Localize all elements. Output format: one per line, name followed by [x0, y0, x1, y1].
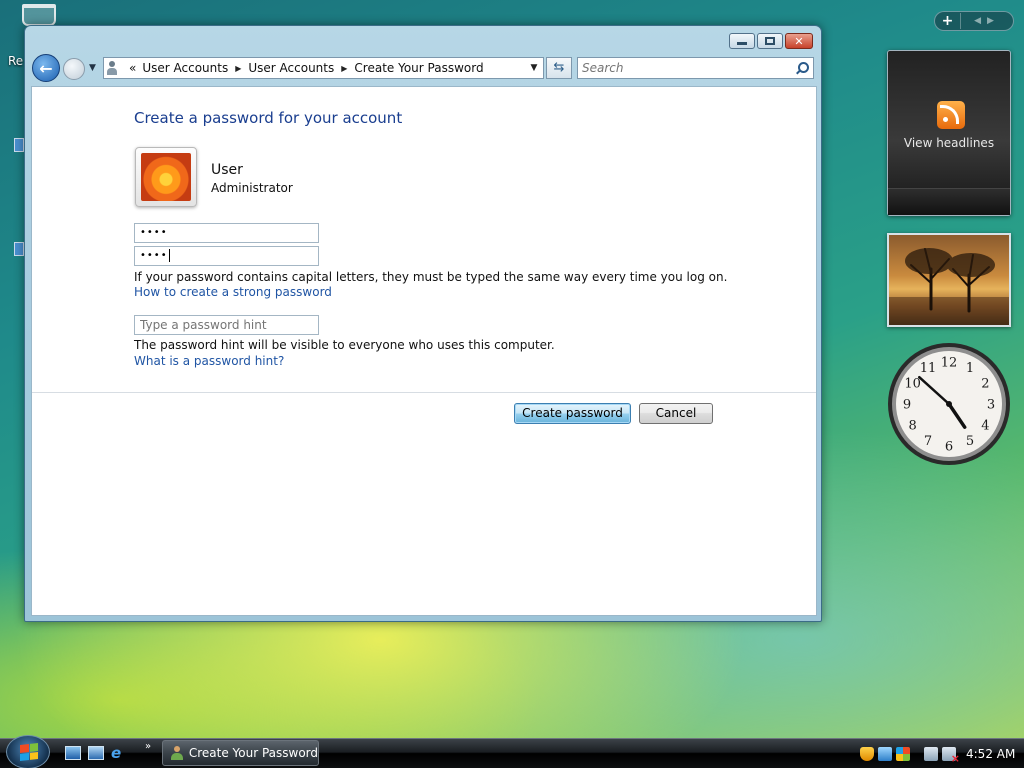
switch-windows-icon[interactable]: [88, 746, 104, 760]
content-pane: Create a password for your account User …: [31, 86, 817, 616]
volume-muted-icon[interactable]: [942, 746, 960, 765]
clock-number: 10: [904, 377, 921, 392]
clock-number: 6: [945, 440, 953, 455]
recycle-bin-icon[interactable]: [22, 4, 56, 26]
start-button[interactable]: [6, 735, 50, 768]
desktop-shortcut-icon[interactable]: [14, 138, 24, 152]
forward-button[interactable]: [63, 58, 85, 80]
minimize-icon: [737, 42, 747, 45]
recent-pages-dropdown[interactable]: ▼: [89, 63, 96, 73]
clock-number: 5: [966, 434, 974, 449]
desktop-icon-label: Re: [8, 54, 24, 68]
back-arrow-icon: ←: [39, 58, 53, 78]
analog-clock-icon: 12 12 3 45678 9 1011: [888, 343, 1010, 465]
clock-number: 7: [924, 434, 932, 449]
create-password-window: ✕ ← ▼ « User Accounts ▶ User Accounts ▶ …: [24, 25, 822, 622]
add-gadget-button[interactable]: +: [935, 13, 961, 29]
breadcrumb-overflow[interactable]: «: [127, 61, 138, 75]
clock-number: 3: [987, 398, 995, 413]
search-input[interactable]: [578, 61, 793, 75]
windows-logo-icon: [20, 743, 38, 761]
breadcrumb-separator-icon[interactable]: ▶: [338, 64, 350, 73]
desktop-shortcut-icon[interactable]: [14, 242, 24, 256]
new-password-value: ••••: [140, 227, 168, 238]
network-connections-icon[interactable]: [924, 746, 938, 761]
address-dropdown-icon[interactable]: ▼: [525, 63, 543, 73]
cancel-button[interactable]: Cancel: [639, 403, 713, 424]
security-shield-icon[interactable]: [860, 746, 874, 761]
maximize-button[interactable]: [757, 33, 783, 49]
flower-picture-icon: [141, 153, 191, 201]
tree-photo-icon: [889, 248, 1009, 325]
breadcrumb-create-password[interactable]: Create Your Password: [350, 61, 487, 75]
refresh-button[interactable]: ⇆: [546, 57, 572, 79]
clock-number: 4: [981, 419, 989, 434]
close-icon: ✕: [794, 34, 804, 48]
clock-number: 9: [903, 398, 911, 413]
password-hint-field[interactable]: [134, 315, 319, 335]
password-hint-link[interactable]: What is a password hint?: [134, 354, 284, 368]
feed-label: View headlines: [903, 136, 995, 150]
taskbar-button-create-password[interactable]: Create Your Password: [162, 740, 319, 766]
text-caret: [168, 248, 170, 262]
clock-gadget[interactable]: 12 1 2 3 4 5 6 7 8 9 10 11: [886, 341, 1012, 467]
sidebar-controls: + ◀▶: [934, 11, 1014, 31]
caps-note: If your password contains capital letter…: [134, 270, 728, 284]
strong-password-link[interactable]: How to create a strong password: [134, 285, 332, 299]
user-accounts-icon: [107, 60, 125, 76]
breadcrumb-user-accounts[interactable]: User Accounts: [138, 61, 232, 75]
internet-explorer-icon[interactable]: e: [111, 746, 127, 761]
close-button[interactable]: ✕: [785, 33, 813, 49]
windows-flag-icon[interactable]: [896, 746, 910, 761]
maximize-icon: [765, 37, 775, 45]
divider: [32, 392, 816, 393]
clock-number: 12: [941, 356, 958, 371]
confirm-password-value: ••••: [140, 250, 168, 261]
refresh-icon: ⇆: [553, 60, 565, 75]
hint-note: The password hint will be visible to eve…: [134, 338, 555, 352]
breadcrumb-user-accounts-2[interactable]: User Accounts: [244, 61, 338, 75]
rss-feed-icon: [937, 101, 965, 129]
clock-number: 1: [966, 361, 974, 376]
search-icon[interactable]: [793, 60, 813, 76]
system-tray: 4:52 AM: [852, 739, 1024, 768]
network-status-icon[interactable]: [878, 746, 892, 761]
new-password-field[interactable]: ••••: [134, 223, 319, 243]
slideshow-gadget[interactable]: [887, 233, 1011, 327]
breadcrumb-separator-icon[interactable]: ▶: [232, 64, 244, 73]
user-role: Administrator: [211, 181, 293, 195]
feed-footer: [888, 188, 1010, 215]
show-desktop-icon[interactable]: [65, 746, 81, 760]
back-button[interactable]: ←: [32, 54, 60, 82]
feed-headlines-gadget[interactable]: View headlines: [887, 50, 1011, 216]
confirm-password-field[interactable]: ••••: [134, 246, 319, 266]
search-box[interactable]: [577, 57, 814, 79]
user-name: User: [211, 162, 243, 178]
clock-time[interactable]: 4:52 AM: [966, 747, 1015, 761]
clock-number: 2: [981, 377, 989, 392]
user-avatar: [135, 147, 197, 207]
taskbar-button-label: Create Your Password: [188, 746, 318, 760]
address-bar[interactable]: « User Accounts ▶ User Accounts ▶ Create…: [103, 57, 544, 79]
clock-number: 8: [908, 419, 916, 434]
page-title: Create a password for your account: [134, 109, 403, 127]
clock-number: 11: [920, 361, 937, 376]
minimize-button[interactable]: [729, 33, 755, 49]
quick-launch-overflow[interactable]: »: [145, 741, 151, 752]
user-accounts-icon: [171, 746, 183, 760]
gadget-page-arrows[interactable]: ◀▶: [961, 16, 1013, 26]
password-hint-input[interactable]: [140, 316, 318, 334]
create-password-button[interactable]: Create password: [514, 403, 631, 424]
window-controls: ✕: [729, 33, 813, 49]
